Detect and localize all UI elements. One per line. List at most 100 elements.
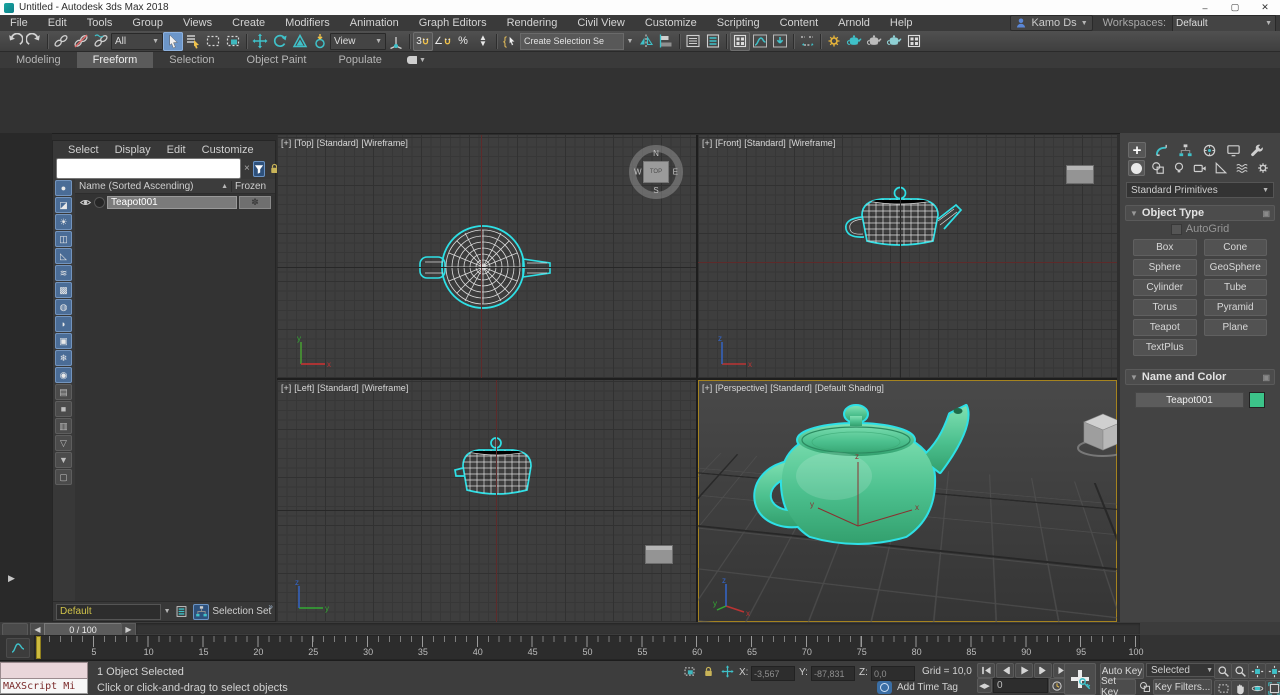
- curve-editor-button[interactable]: [750, 32, 770, 51]
- category-cameras[interactable]: [1191, 160, 1208, 176]
- maximize-viewport-toggle-button[interactable]: [1265, 680, 1280, 695]
- display-shapes-icon[interactable]: ◪: [55, 197, 72, 213]
- frozen-column-header[interactable]: Frozen: [231, 181, 275, 192]
- render-flyout-button[interactable]: [904, 32, 924, 51]
- viewcube-south[interactable]: S: [653, 186, 658, 195]
- select-and-link-icon[interactable]: [51, 32, 71, 51]
- menu-item[interactable]: Customize: [635, 15, 707, 31]
- ribbon-tab[interactable]: Modeling: [0, 52, 77, 68]
- menu-item[interactable]: Tools: [77, 15, 123, 31]
- current-frame-field[interactable]: 0: [993, 678, 1048, 693]
- menu-item[interactable]: Animation: [340, 15, 409, 31]
- select-and-move-button[interactable]: [250, 32, 270, 51]
- dope-sheet-button[interactable]: [770, 32, 790, 51]
- named-set-dropdown-icon[interactable]: ▼: [624, 32, 636, 51]
- display-cameras-icon[interactable]: ◫: [55, 231, 72, 247]
- redo-button[interactable]: [24, 32, 44, 51]
- display-xrefs-icon[interactable]: ◍: [55, 299, 72, 315]
- rollout-pin-icon[interactable]: ▣: [1262, 209, 1270, 218]
- tab-create[interactable]: +: [1128, 142, 1146, 158]
- add-time-tag[interactable]: Add Time Tag: [897, 682, 958, 693]
- selection-lock-icon[interactable]: [700, 664, 717, 679]
- object-name-field[interactable]: Teapot001: [1135, 392, 1244, 408]
- viewport-menu-plus[interactable]: [+]: [702, 138, 712, 148]
- viewport-left[interactable]: [+] [Left] [Standard] [Wireframe]: [277, 380, 696, 622]
- category-helpers[interactable]: [1213, 160, 1230, 176]
- select-and-rotate-button[interactable]: [270, 32, 290, 51]
- display-geometry-icon[interactable]: ●: [55, 180, 72, 196]
- percent-snap-toggle-button[interactable]: %: [453, 32, 473, 51]
- menu-item[interactable]: Graph Editors: [409, 15, 497, 31]
- viewport-menu-view[interactable]: [Front]: [715, 138, 741, 148]
- viewport-menu-shading[interactable]: [Wireframe]: [362, 383, 409, 393]
- set-keys-button[interactable]: [1064, 663, 1096, 695]
- spinner-snap-toggle-button[interactable]: ▲▼: [473, 32, 493, 51]
- mirror-button[interactable]: [636, 32, 656, 51]
- display-helpers-icon[interactable]: ◺: [55, 248, 72, 264]
- object-type-button[interactable]: Torus: [1133, 299, 1197, 316]
- viewport-top[interactable]: [+] [Top] [Standard] [Wireframe] N S W E…: [277, 135, 696, 378]
- object-type-button[interactable]: Cone: [1204, 239, 1268, 256]
- snaps-toggle-3d-button[interactable]: 3: [413, 32, 433, 51]
- object-type-button[interactable]: Sphere: [1133, 259, 1197, 276]
- object-type-button[interactable]: Cylinder: [1133, 279, 1197, 296]
- display-frozen-icon[interactable]: ❄: [55, 350, 72, 366]
- y-coordinate-field[interactable]: -87,831: [811, 666, 855, 681]
- time-configuration-button[interactable]: [1049, 678, 1065, 693]
- previous-frame-button[interactable]: [996, 663, 1014, 678]
- key-mode-toggle-button[interactable]: ◀▶: [977, 678, 992, 693]
- unlink-selection-icon[interactable]: [71, 32, 91, 51]
- viewport-menu-shading[interactable]: [Default Shading]: [815, 383, 884, 393]
- overflow-chevrons-icon[interactable]: »: [269, 602, 273, 611]
- viewcube-west[interactable]: W: [634, 168, 642, 177]
- layout-tab-arrow-icon[interactable]: ▶: [8, 573, 15, 584]
- display-bones-icon[interactable]: ◗: [55, 316, 72, 332]
- viewport-menu-view[interactable]: [Perspective]: [715, 383, 767, 393]
- rectangular-selection-region-icon[interactable]: [203, 32, 223, 51]
- viewport-menu-plus[interactable]: [+]: [281, 138, 291, 148]
- bind-to-space-warp-icon[interactable]: [91, 32, 111, 51]
- object-type-button[interactable]: Box: [1133, 239, 1197, 256]
- track-bar-ruler[interactable]: 5101520253035404550556065707580859095100: [34, 635, 1140, 660]
- viewport-menu-plus[interactable]: [+]: [281, 383, 291, 393]
- tab-modify[interactable]: [1152, 142, 1170, 158]
- scene-explorer-menu-item[interactable]: Edit: [160, 144, 193, 156]
- material-column-icon[interactable]: ■: [55, 401, 72, 417]
- viewcube-north[interactable]: N: [653, 149, 659, 158]
- object-type-button[interactable]: TextPlus: [1133, 339, 1197, 356]
- rendered-frame-window-button[interactable]: [864, 32, 884, 51]
- display-containers-icon[interactable]: ▣: [55, 333, 72, 349]
- menu-item[interactable]: Civil View: [567, 15, 634, 31]
- align-button[interactable]: [656, 32, 676, 51]
- menu-item[interactable]: Help: [880, 15, 923, 31]
- material-editor-button[interactable]: [824, 32, 844, 51]
- current-frame-marker[interactable]: [36, 636, 41, 659]
- zoom-region-button[interactable]: [1214, 680, 1232, 695]
- menu-item[interactable]: Views: [173, 15, 222, 31]
- filter-icon[interactable]: ▼: [55, 452, 72, 468]
- viewcube-top-face[interactable]: TOP: [643, 161, 669, 183]
- orbit-button[interactable]: [1248, 680, 1266, 695]
- toggle-scene-explorer-button[interactable]: [703, 32, 723, 51]
- filters-paw-icon[interactable]: [1136, 679, 1153, 694]
- autogrid-checkbox[interactable]: [1171, 224, 1182, 235]
- viewcube-mini[interactable]: [645, 545, 673, 564]
- menu-item[interactable]: Content: [770, 15, 829, 31]
- menu-item[interactable]: Modifiers: [275, 15, 340, 31]
- object-color-swatch[interactable]: [1249, 392, 1265, 408]
- viewcube-east[interactable]: E: [673, 168, 678, 177]
- viewport-menu-renderer[interactable]: [Standard]: [770, 383, 812, 393]
- select-object-button[interactable]: [163, 32, 183, 51]
- viewport-front[interactable]: [+] [Front] [Standard] [Wireframe]: [698, 135, 1117, 378]
- selection-set-dropdown[interactable]: Selected ▼: [1146, 663, 1218, 677]
- chevron-down-icon[interactable]: ▼: [164, 608, 171, 615]
- display-hidden-icon[interactable]: ◉: [55, 367, 72, 383]
- mini-curve-editor-icon[interactable]: [6, 638, 30, 658]
- use-pivot-point-center-button[interactable]: [386, 32, 406, 51]
- viewport-menu-shading[interactable]: [Wireframe]: [789, 138, 836, 148]
- macro-recorder-line[interactable]: [0, 662, 88, 679]
- filter-icon[interactable]: [253, 161, 265, 177]
- object-type-button[interactable]: Pyramid: [1204, 299, 1268, 316]
- property-sheet-icon[interactable]: ▥: [55, 418, 72, 434]
- display-particles-icon[interactable]: ▩: [55, 282, 72, 298]
